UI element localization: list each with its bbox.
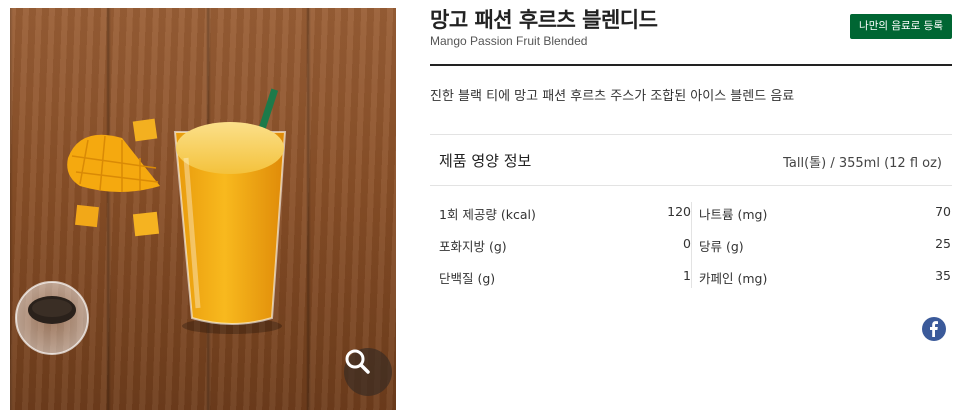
nutrition-label: 당류 (g) xyxy=(699,239,744,254)
nutrition-column-right: 나트륨 (mg) 70 당류 (g) 25 카페인 (mg) 35 xyxy=(699,198,951,294)
nutrition-row: 나트륨 (mg) 70 xyxy=(699,198,951,230)
nutrition-label: 1회 제공량 (kcal) xyxy=(439,207,536,222)
divider xyxy=(430,185,952,186)
serving-size: Tall(톨) / 355ml (12 fl oz) xyxy=(783,156,942,171)
nutrition-value: 25 xyxy=(935,236,951,251)
nutrition-label: 나트륨 (mg) xyxy=(699,207,768,222)
facebook-icon xyxy=(930,321,938,337)
column-divider xyxy=(691,202,692,288)
nutrition-value: 35 xyxy=(935,268,951,283)
nutrition-label: 포화지방 (g) xyxy=(439,239,507,254)
product-name-en: Mango Passion Fruit Blended xyxy=(430,34,588,48)
product-name-kr: 망고 패션 후르츠 블렌디드 xyxy=(430,8,658,32)
magnifier-icon xyxy=(345,349,370,374)
product-illustration xyxy=(15,88,287,355)
divider xyxy=(430,134,952,135)
product-description: 진한 블랙 티에 망고 패션 후르츠 주스가 조합된 아이스 블렌드 음료 xyxy=(430,89,795,104)
nutrition-value: 70 xyxy=(935,204,951,219)
add-favorite-button[interactable]: 나만의 음료로 등록 xyxy=(850,14,952,39)
nutrition-value: 0 xyxy=(683,236,691,251)
nutrition-row: 당류 (g) 25 xyxy=(699,230,951,262)
nutrition-value: 1 xyxy=(683,268,691,283)
nutrition-column-left: 1회 제공량 (kcal) 120 포화지방 (g) 0 단백질 (g) 1 xyxy=(439,198,691,294)
divider xyxy=(430,64,952,66)
nutrition-row: 포화지방 (g) 0 xyxy=(439,230,691,262)
zoom-button[interactable] xyxy=(344,348,392,396)
product-image xyxy=(10,8,396,410)
nutrition-title: 제품 영양 정보 xyxy=(439,152,532,170)
nutrition-label: 단백질 (g) xyxy=(439,271,496,286)
nutrition-label: 카페인 (mg) xyxy=(699,271,768,286)
facebook-share-button[interactable] xyxy=(922,317,946,341)
nutrition-row: 단백질 (g) 1 xyxy=(439,262,691,294)
nutrition-row: 카페인 (mg) 35 xyxy=(699,262,951,294)
nutrition-row: 1회 제공량 (kcal) 120 xyxy=(439,198,691,230)
nutrition-value: 120 xyxy=(667,204,691,219)
